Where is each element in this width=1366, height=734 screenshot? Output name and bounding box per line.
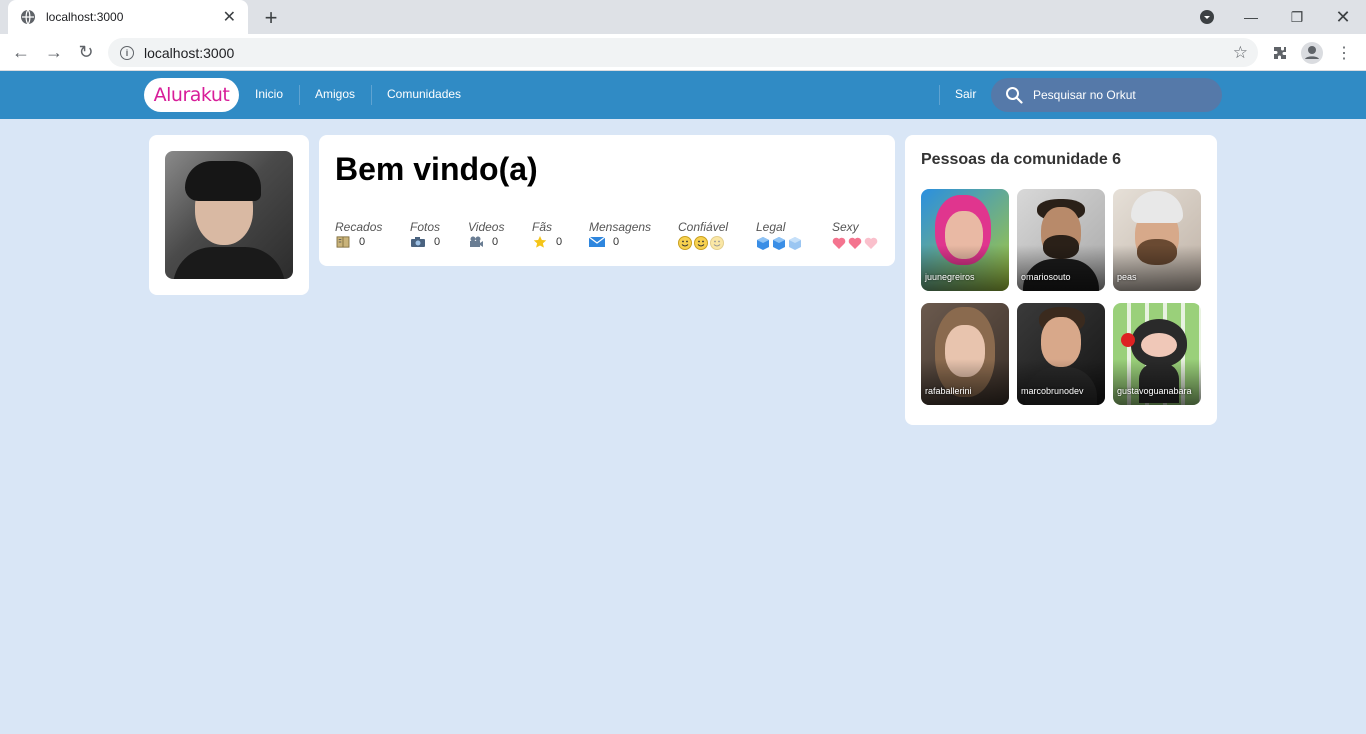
browser-toolbar: ← → ↻ i localhost:3000 ☆ ⋮ [0, 34, 1366, 71]
book-icon [336, 236, 350, 248]
extensions-icon[interactable] [1269, 42, 1291, 64]
profile-stats: Recados 0 Fotos 0 Videos 0 Fãs 0 Mensage… [335, 220, 892, 250]
envelope-icon [589, 236, 605, 247]
person-name: omariosouto [1021, 272, 1071, 282]
rating-legal: Legal [756, 220, 832, 250]
tab-title: localhost:3000 [46, 10, 124, 24]
url-text: localhost:3000 [144, 44, 235, 61]
stat-value: 0 [492, 236, 499, 248]
rating-sexy: Sexy [832, 220, 892, 250]
app-header: Alurakut Inicio Amigos Comunidades Sair … [0, 71, 1366, 119]
community-title: Pessoas da comunidade 6 [921, 151, 1122, 168]
community-person[interactable]: marcobrunodev [1017, 303, 1105, 405]
person-name: rafaballerini [925, 386, 972, 396]
alurakut-logo[interactable]: Alurakut [144, 78, 239, 112]
stat-label: Confiável [678, 220, 729, 234]
smiley-icon [678, 236, 724, 250]
profile-dropdown-icon[interactable] [1184, 0, 1230, 34]
stat-label: Sexy [832, 220, 859, 234]
stat-label: Fotos [410, 220, 441, 234]
new-tab-icon[interactable]: + [260, 5, 282, 31]
nav-link-amigos[interactable]: Amigos [315, 87, 355, 101]
search-placeholder: Pesquisar no Orkut [1033, 88, 1136, 102]
search-input[interactable]: Pesquisar no Orkut [991, 78, 1222, 112]
person-name: marcobrunodev [1021, 386, 1084, 396]
video-camera-icon [470, 236, 483, 247]
community-person[interactable]: rafaballerini [921, 303, 1009, 405]
bookmark-star-icon[interactable]: ☆ [1233, 43, 1248, 63]
welcome-box: Bem vindo(a) Recados 0 Fotos 0 Videos 0 … [319, 135, 895, 266]
logout-link[interactable]: Sair [955, 87, 976, 101]
star-icon [533, 236, 547, 248]
stat-recados: Recados 0 [335, 220, 410, 250]
close-tab-icon[interactable]: ✕ [223, 7, 236, 27]
community-person[interactable]: gustavoguanabara [1113, 303, 1201, 405]
stat-value: 0 [556, 236, 563, 248]
nav-link-comunidades[interactable]: Comunidades [387, 87, 461, 101]
community-box: Pessoas da comunidade 6 juunegreiros oma… [905, 135, 1217, 425]
back-icon[interactable]: ← [10, 41, 32, 63]
stat-videos: Videos 0 [468, 220, 532, 250]
restore-icon[interactable]: ❐ [1274, 0, 1320, 34]
community-person[interactable]: omariosouto [1017, 189, 1105, 291]
browser-menu-icon[interactable]: ⋮ [1333, 42, 1355, 64]
rating-confiavel: Confiável [678, 220, 756, 250]
stat-label: Videos [468, 220, 505, 234]
welcome-title: Bem vindo(a) [335, 151, 538, 187]
community-person[interactable]: juunegreiros [921, 189, 1009, 291]
profile-sidebar [149, 135, 309, 295]
stat-fas: Fãs 0 [532, 220, 589, 250]
person-name: juunegreiros [925, 272, 975, 282]
browser-tab-bar: localhost:3000 ✕ + — ❐ ✕ [0, 0, 1366, 34]
profile-avatar-icon[interactable] [1301, 42, 1323, 64]
stat-label: Mensagens [589, 220, 652, 234]
profile-avatar[interactable] [165, 151, 293, 279]
stat-label: Legal [756, 220, 786, 234]
person-name: gustavoguanabara [1117, 386, 1192, 396]
site-info-icon[interactable]: i [120, 45, 134, 60]
search-icon [1006, 87, 1023, 104]
person-name: peas [1117, 272, 1137, 282]
stat-fotos: Fotos 0 [410, 220, 468, 250]
community-grid: juunegreiros omariosouto peas rafaballer… [921, 189, 1201, 405]
stat-mensagens: Mensagens 0 [589, 220, 678, 250]
stat-label: Fãs [532, 220, 553, 234]
forward-icon[interactable]: → [43, 41, 65, 63]
community-person[interactable]: peas [1113, 189, 1201, 291]
reload-icon[interactable]: ↻ [75, 41, 97, 63]
close-window-icon[interactable]: ✕ [1320, 0, 1366, 34]
stat-value: 0 [613, 236, 620, 248]
stat-value: 0 [434, 236, 441, 248]
stat-value: 0 [359, 236, 366, 248]
stat-label: Recados [335, 220, 383, 234]
globe-icon [21, 9, 35, 25]
minimize-icon[interactable]: — [1228, 0, 1274, 34]
camera-icon [411, 237, 425, 247]
address-bar[interactable]: i localhost:3000 ☆ [108, 38, 1258, 67]
nav-divider [299, 85, 300, 105]
browser-tab[interactable]: localhost:3000 ✕ [8, 0, 248, 34]
heart-icon [832, 237, 878, 249]
ice-cube-icon [757, 237, 801, 250]
nav-divider [939, 85, 940, 105]
nav-link-inicio[interactable]: Inicio [255, 87, 283, 101]
nav-divider [371, 85, 372, 105]
